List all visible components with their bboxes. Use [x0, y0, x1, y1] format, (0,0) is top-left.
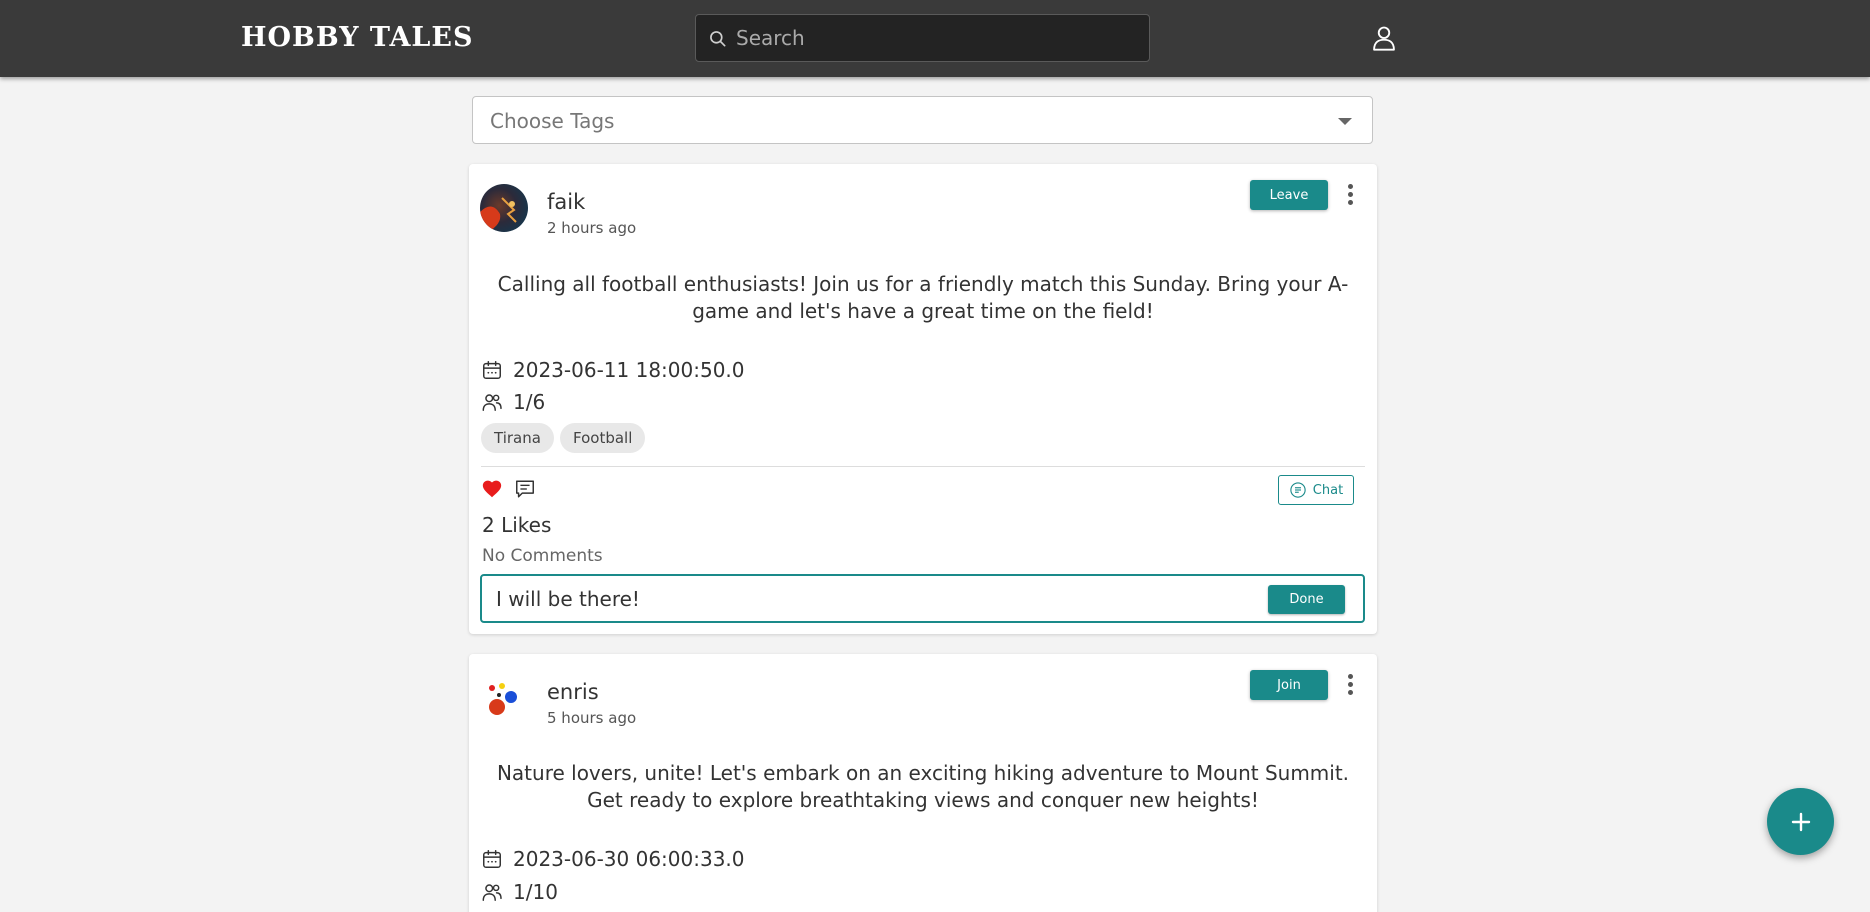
- avatar[interactable]: [480, 674, 528, 722]
- app-logo[interactable]: HOBBY TALES: [241, 22, 474, 53]
- post-time: 2 hours ago: [547, 219, 637, 237]
- search-box[interactable]: [695, 14, 1150, 62]
- post-description: Nature lovers, unite! Let's embark on an…: [496, 761, 1350, 812]
- participants-count: 1/6: [513, 390, 546, 414]
- done-button[interactable]: Done: [1268, 585, 1345, 614]
- event-date-row: 2023-06-30 06:00:33.0: [481, 846, 745, 872]
- plus-icon: [1791, 812, 1810, 831]
- comment-icon[interactable]: [514, 478, 536, 500]
- user-icon[interactable]: [1370, 24, 1398, 52]
- tag-chip[interactable]: Tirana: [481, 423, 554, 453]
- calendar-icon: [483, 850, 501, 868]
- heart-icon[interactable]: [481, 478, 503, 500]
- chat-icon: [1290, 482, 1306, 498]
- comments-status[interactable]: No Comments: [482, 546, 603, 566]
- comment-field[interactable]: Done: [480, 574, 1365, 623]
- post-card: faik 2 hours ago Leave Calling all footb…: [469, 164, 1377, 634]
- post-time: 5 hours ago: [547, 709, 637, 727]
- logo-text: HOBBY TALES: [241, 22, 474, 53]
- leave-button[interactable]: Leave: [1250, 180, 1328, 210]
- people-icon: [482, 394, 502, 411]
- post-description: Calling all football enthusiasts! Join u…: [497, 272, 1349, 323]
- caret-down-icon: [1338, 118, 1352, 125]
- tag-chip[interactable]: Football: [560, 423, 646, 453]
- event-date: 2023-06-11 18:00:50.0: [513, 358, 745, 382]
- divider: [481, 466, 1365, 467]
- participants-count: 1/10: [513, 880, 558, 904]
- likes-count: 2 Likes: [482, 513, 552, 537]
- event-date: 2023-06-30 06:00:33.0: [513, 847, 745, 871]
- people-icon: [482, 884, 502, 901]
- chat-label: Chat: [1312, 482, 1344, 498]
- search-icon: [710, 31, 726, 47]
- avatar[interactable]: [480, 184, 528, 232]
- top-app-bar: HOBBY TALES: [0, 0, 1870, 77]
- post-author[interactable]: faik: [547, 190, 585, 214]
- create-post-button[interactable]: [1767, 788, 1834, 855]
- more-vert-icon[interactable]: [1342, 672, 1358, 698]
- post-author[interactable]: enris: [547, 680, 599, 704]
- participants-row: 1/6: [481, 389, 545, 415]
- comment-input[interactable]: [496, 576, 1256, 621]
- participants-row: 1/10: [481, 879, 558, 905]
- event-date-row: 2023-06-11 18:00:50.0: [481, 357, 745, 383]
- choose-tags-placeholder: Choose Tags: [490, 109, 615, 133]
- choose-tags-select[interactable]: Choose Tags: [472, 96, 1373, 144]
- search-input[interactable]: [736, 15, 1136, 61]
- join-button[interactable]: Join: [1250, 670, 1328, 700]
- post-card: enris 5 hours ago Join Nature lovers, un…: [469, 654, 1377, 912]
- calendar-icon: [483, 361, 501, 379]
- more-vert-icon[interactable]: [1342, 182, 1358, 208]
- chat-button[interactable]: Chat: [1278, 475, 1354, 505]
